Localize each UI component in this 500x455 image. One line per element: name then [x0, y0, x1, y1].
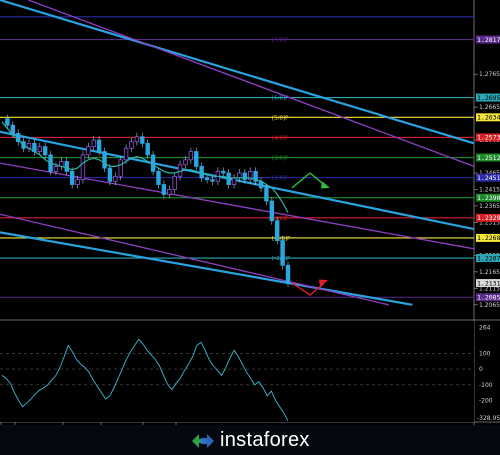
candle-body — [53, 166, 59, 172]
indicator-pane-bg — [0, 321, 474, 422]
candle-body — [96, 139, 102, 152]
candle-body — [188, 151, 194, 161]
candle-body — [231, 177, 237, 185]
murrey-level-tag: [4/8]P — [272, 135, 289, 141]
candle-body — [237, 172, 242, 179]
indicator-tick-label: 264 — [479, 325, 491, 332]
indicator-tick-label: -200 — [479, 398, 493, 405]
candle-body — [275, 220, 280, 241]
candle-body — [64, 161, 69, 172]
candle-body — [194, 151, 199, 167]
price-pane-bg — [0, 0, 474, 318]
price-label-text: 1.2573 — [477, 134, 500, 142]
candle-body — [134, 136, 140, 143]
watermark-bar: instaforex — [0, 425, 500, 455]
candle-body — [5, 118, 10, 126]
price-label-text: 1.2085 — [477, 294, 500, 302]
candle-body — [80, 154, 86, 180]
murrey-level-tag: [2/8]P — [272, 176, 289, 182]
price-axis: 1.27651.26651.25651.24651.24151.23651.23… — [474, 71, 500, 309]
price-label-text: 1.2634 — [477, 114, 500, 122]
murrey-level-tag: [3/8]P — [272, 156, 289, 162]
candle-body — [113, 175, 118, 182]
candle-body — [204, 177, 210, 180]
indicator-current-value: -328.9572 — [477, 415, 500, 422]
candle-body — [123, 147, 129, 161]
murrey-level-tag: [5/8]P — [272, 115, 289, 121]
price-label-text: 1.2207 — [477, 254, 500, 262]
candle-body — [91, 139, 96, 148]
candle-body — [269, 200, 275, 222]
price-label-text: 1.2268 — [477, 234, 500, 242]
candle-body — [156, 170, 161, 185]
price-label-text: 1.2329 — [477, 214, 500, 222]
candle-body — [183, 159, 188, 166]
candle-body — [37, 146, 42, 152]
indicator-tick-label: -100 — [479, 382, 493, 389]
price-label-text: 1.2512 — [477, 154, 500, 162]
candle-body — [172, 175, 177, 190]
price-tick-label: 1.2365 — [479, 203, 500, 210]
candle-body — [42, 146, 48, 156]
candle-body — [285, 264, 291, 284]
candle-body — [161, 184, 167, 195]
price-label-text: 1.2817 — [477, 36, 500, 44]
candle-body — [210, 179, 215, 182]
candle-body — [86, 146, 91, 156]
candle-body — [10, 124, 15, 134]
candle-body — [226, 172, 231, 185]
price-label-text: 1.2390 — [477, 194, 500, 202]
murrey-level-tag: [7/8]P — [272, 38, 289, 44]
price-chart[interactable]: [7/8]P[6/8]P[5/8]P[4/8]P[3/8]P[2/8]P[0/8… — [0, 0, 500, 455]
murrey-level-tag: [0/8]P — [272, 216, 289, 222]
price-label-text: 1.2695 — [477, 94, 500, 102]
candle-body — [145, 142, 150, 156]
price-tick-label: 1.2765 — [479, 71, 500, 78]
price-tick-label: 1.2415 — [479, 186, 500, 193]
instaforex-logo-icon — [192, 433, 214, 448]
price-tick-label: 1.2665 — [479, 104, 500, 111]
price-tick-label: 1.2165 — [479, 269, 500, 276]
instaforex-logo: instaforex — [190, 429, 310, 452]
indicator-tick-label: 100 — [479, 350, 491, 357]
indicator-tick-label: 0 — [479, 366, 483, 373]
indicator-panel: 264 100 0 -100 -200 -328.9572 — [0, 321, 500, 422]
candle-body — [150, 154, 156, 172]
candle-body — [102, 151, 107, 169]
candle-body — [280, 240, 285, 266]
price-label-text: 1.2131 — [477, 279, 500, 287]
instaforex-logo-text: instaforex — [220, 429, 310, 451]
candle-body — [118, 159, 123, 177]
price-label-text: 1.2451 — [477, 174, 500, 182]
candle-body — [221, 170, 226, 174]
candle-body — [107, 167, 113, 182]
candle-body — [264, 187, 269, 202]
candle-body — [140, 136, 145, 144]
candle-body — [242, 172, 248, 180]
candle-body — [129, 141, 134, 149]
price-tick-label: 1.2065 — [479, 302, 500, 309]
candle-body — [167, 189, 172, 195]
candle-body — [69, 170, 75, 185]
candle-body — [75, 179, 80, 185]
